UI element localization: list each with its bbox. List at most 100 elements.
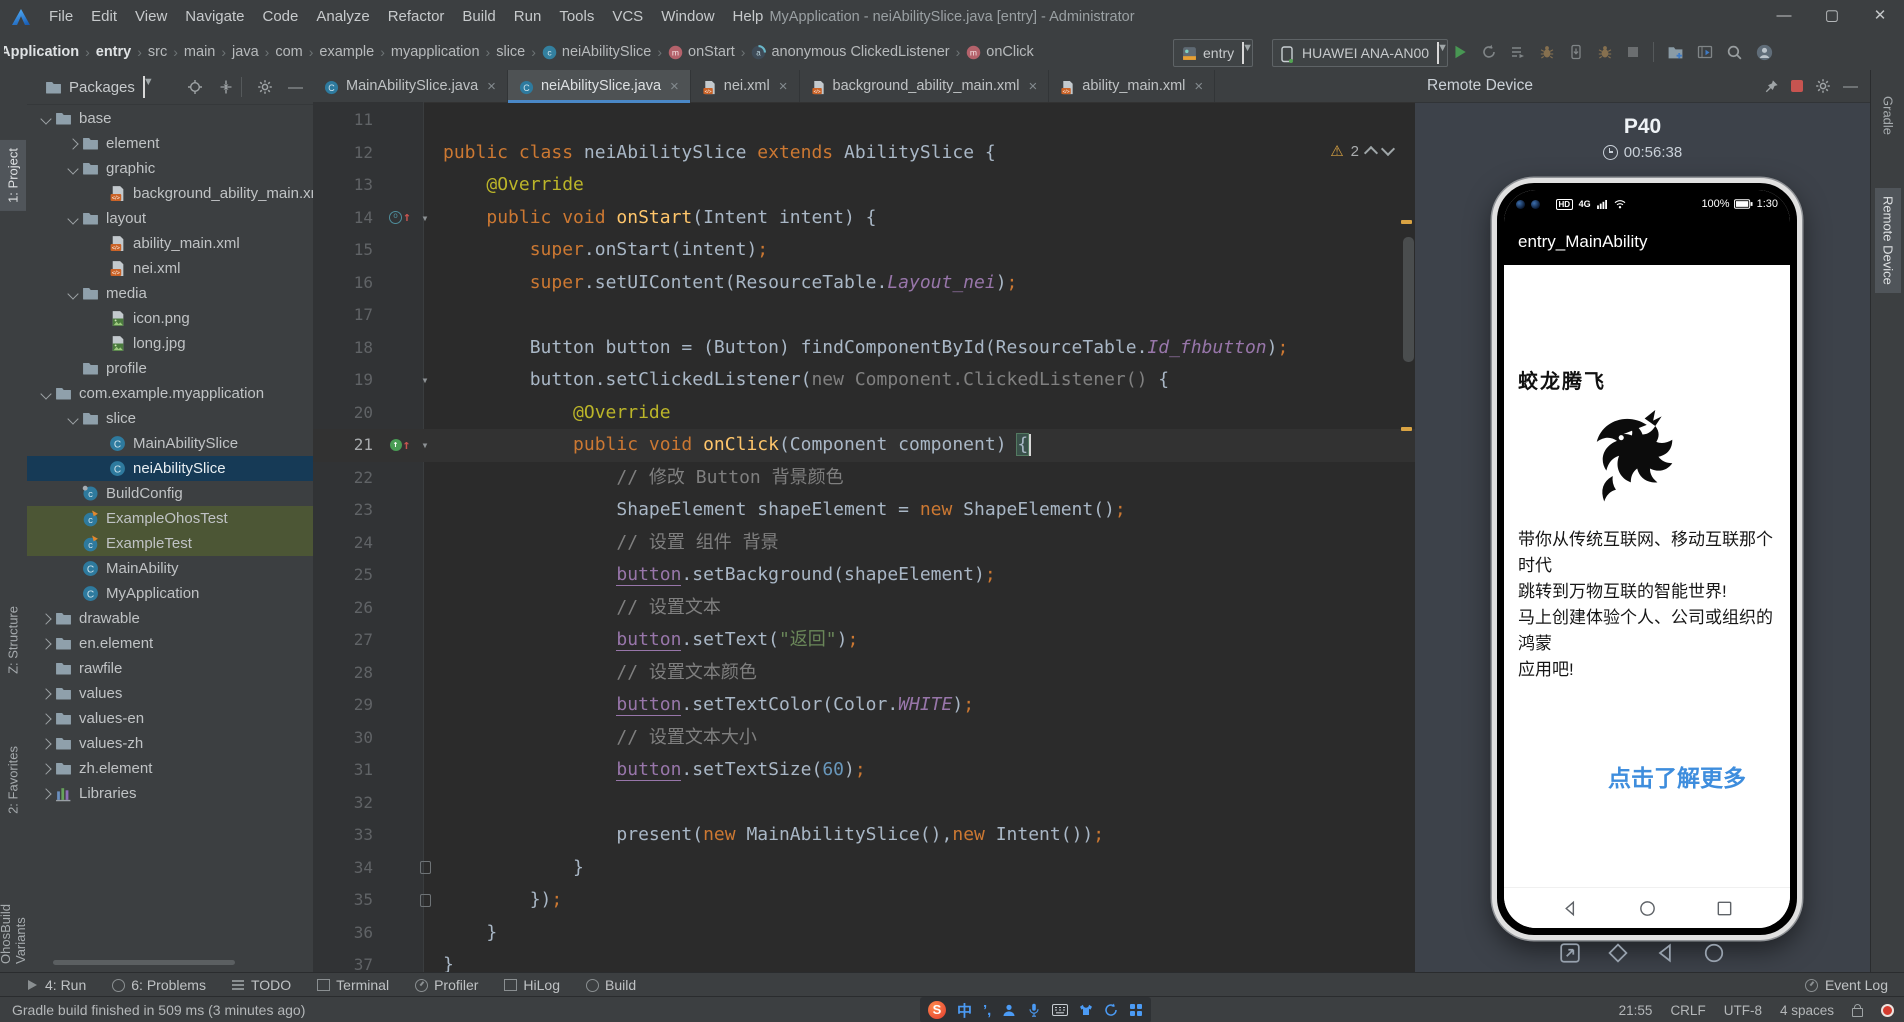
project-view-selector[interactable]: Packages <box>69 79 135 96</box>
tree-item-media[interactable]: media <box>27 281 313 306</box>
toolwindow-hilog[interactable]: HiLog <box>504 977 560 993</box>
status-utf-8[interactable]: UTF-8 <box>1724 1003 1762 1018</box>
learn-more-link[interactable]: 点击了解更多 <box>1518 759 1776 793</box>
recents-icon[interactable] <box>1715 899 1734 918</box>
toolwindow-build[interactable]: Build <box>586 977 636 993</box>
code-line-17[interactable]: 17 <box>313 299 1415 332</box>
back-icon[interactable] <box>1655 942 1677 964</box>
code-line-11[interactable]: 11 <box>313 104 1415 137</box>
tab-background-ability-main-xml[interactable]: </> background_ability_main.xml × <box>800 70 1050 102</box>
tree-item-libraries[interactable]: Libraries <box>27 781 313 806</box>
tool-window-gradle[interactable]: Gradle <box>1875 88 1901 143</box>
code-line-12[interactable]: 12 public class neiAbilitySlice extends A… <box>313 137 1415 170</box>
code-line-16[interactable]: 16 super.setUIContent(ResourceTable.Layo… <box>313 267 1415 300</box>
tree-item-mainabilityslice[interactable]: C MainAbilitySlice <box>27 431 313 456</box>
fold-marker-icon[interactable]: ▾ <box>421 202 428 235</box>
toolwindow-profiler[interactable]: Profiler <box>415 977 478 993</box>
tree-item-drawable[interactable]: drawable <box>27 606 313 631</box>
fold-marker-icon[interactable]: ▾ <box>421 364 428 397</box>
code-line-20[interactable]: 20 @Override <box>313 397 1415 430</box>
next-warning-icon[interactable] <box>1380 141 1396 157</box>
minimize-button[interactable]: — <box>1760 0 1808 34</box>
tree-item-element[interactable]: element <box>27 131 313 156</box>
run-button[interactable] <box>1452 44 1468 60</box>
status-crlf[interactable]: CRLF <box>1670 1003 1705 1018</box>
fold-end-marker-icon[interactable] <box>419 861 431 875</box>
menu-build[interactable]: Build <box>453 0 504 34</box>
screenshot-icon[interactable] <box>1559 942 1581 964</box>
breadcrumb-com[interactable]: com <box>273 44 304 60</box>
code-line-26[interactable]: 26 // 设置文本 <box>313 592 1415 625</box>
tree-item-background-ability-main-xml[interactable]: </> background_ability_main.xml <box>27 181 313 206</box>
home-icon[interactable] <box>1638 899 1657 918</box>
tree-item-myapplication[interactable]: C MyApplication <box>27 581 313 606</box>
person-icon[interactable] <box>1002 1003 1016 1017</box>
tab-mainabilityslice-java[interactable]: C MainAbilitySlice.java × <box>313 70 508 102</box>
tree-item-rawfile[interactable]: rawfile <box>27 656 313 681</box>
code-line-15[interactable]: 15 super.onStart(intent); <box>313 234 1415 267</box>
menu-edit[interactable]: Edit <box>82 0 126 34</box>
breadcrumb-main[interactable]: main <box>182 44 217 60</box>
tree-item-exampletest[interactable]: c ExampleTest <box>27 531 313 556</box>
attach-device-icon[interactable] <box>1568 44 1584 60</box>
implement-marker-icon[interactable]: ↑ <box>389 439 402 452</box>
profile-avatar-icon[interactable] <box>1756 44 1773 61</box>
gear-icon[interactable] <box>1815 78 1831 94</box>
menu-window[interactable]: Window <box>652 0 723 34</box>
menu-help[interactable]: Help <box>724 0 773 34</box>
run-panel-icon[interactable] <box>1697 44 1713 60</box>
tree-item-ability-main-xml[interactable]: </> ability_main.xml <box>27 231 313 256</box>
breadcrumb-java[interactable]: java <box>230 44 261 60</box>
tree-item-en-element[interactable]: en.element <box>27 631 313 656</box>
stop-button[interactable] <box>1626 45 1640 59</box>
vertical-scrollbar[interactable] <box>1403 237 1414 362</box>
rerun-icon[interactable] <box>1481 44 1497 60</box>
run-config-icon[interactable] <box>1510 44 1526 60</box>
keyboard-icon[interactable] <box>1052 1004 1069 1016</box>
close-tab-icon[interactable]: × <box>1029 78 1038 95</box>
tool-window-project[interactable]: 1: Project <box>0 140 26 211</box>
code-line-13[interactable]: 13 @Override <box>313 169 1415 202</box>
tool-window-remote-device[interactable]: Remote Device <box>1875 188 1901 293</box>
debug-button[interactable] <box>1539 44 1555 60</box>
code-line-22[interactable]: 22 // 修改 Button 背景颜色 <box>313 462 1415 495</box>
module-selector[interactable]: entry ▼ <box>1173 39 1254 67</box>
stop-mirror-icon[interactable] <box>1791 80 1803 92</box>
sogou-logo-icon[interactable]: S <box>928 1001 946 1019</box>
tree-item-nei-xml[interactable]: </> nei.xml <box>27 256 313 281</box>
inspection-widget[interactable]: ⚠ 2 <box>1330 141 1396 161</box>
fold-end-marker-icon[interactable] <box>419 893 431 907</box>
phone-screen[interactable]: HD 4G 100% 1:30 entry_MainAbility 蛟龙腾飞 带… <box>1504 190 1790 928</box>
override-marker-icon[interactable]: o <box>389 211 403 225</box>
tool-window-favorites[interactable]: 2: Favorites <box>0 738 26 822</box>
status-4-spaces[interactable]: 4 spaces <box>1780 1003 1834 1018</box>
menu-analyze[interactable]: Analyze <box>307 0 378 34</box>
sync-icon[interactable] <box>1104 1003 1118 1017</box>
breadcrumb-myapplication[interactable]: myapplication <box>389 44 482 60</box>
fold-marker-icon[interactable]: ▾ <box>421 429 428 462</box>
hide-panel-icon[interactable]: — <box>288 79 303 96</box>
menu-file[interactable]: File <box>40 0 82 34</box>
breadcrumb-neiabilityslice[interactable]: c neiAbilitySlice <box>540 44 653 60</box>
code-line-19[interactable]: 19 ▾ button.setClickedListener(new Compon… <box>313 364 1415 397</box>
tree-item-values-en[interactable]: values-en <box>27 706 313 731</box>
menu-refactor[interactable]: Refactor <box>379 0 454 34</box>
tab-ability-main-xml[interactable]: </> ability_main.xml × <box>1049 70 1216 102</box>
code-line-37[interactable]: 37} <box>313 949 1415 972</box>
tree-item-com-example-myapplication[interactable]: com.example.myapplication <box>27 381 313 406</box>
ime-punctuation-toggle[interactable]: ’, <box>983 1002 991 1019</box>
search-everywhere-icon[interactable] <box>1726 44 1743 61</box>
code-line-28[interactable]: 28 // 设置文本颜色 <box>313 657 1415 690</box>
home-icon[interactable] <box>1703 942 1725 964</box>
menu-icon[interactable] <box>1607 942 1629 964</box>
tab-neiabilityslice-java[interactable]: CneiAbilitySlice.java × <box>507 70 691 103</box>
code-line-30[interactable]: 30 // 设置文本大小 <box>313 722 1415 755</box>
toolwindow-6-problems[interactable]: 6: Problems <box>112 977 206 993</box>
toolwindow-terminal[interactable]: Terminal <box>317 977 389 993</box>
locate-file-icon[interactable] <box>187 79 203 95</box>
code-line-18[interactable]: 18 Button button = (Button) findComponen… <box>313 332 1415 365</box>
code-line-29[interactable]: 29 button.setTextColor(Color.WHITE); <box>313 689 1415 722</box>
close-tab-icon[interactable]: × <box>670 78 679 95</box>
breadcrumb-example[interactable]: example <box>317 44 376 60</box>
tree-item-values[interactable]: values <box>27 681 313 706</box>
